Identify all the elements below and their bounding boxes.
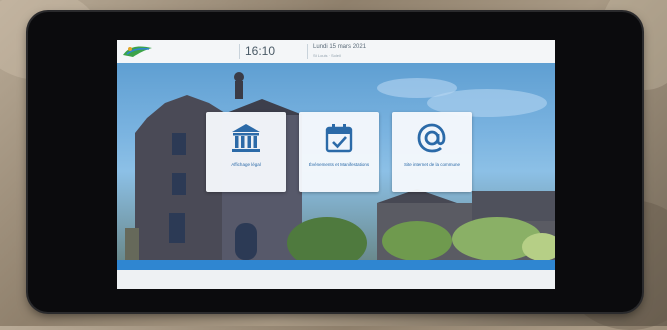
tile-events[interactable]: Événements et Manifestations [299,112,379,192]
tile-label: Affichage légal [231,162,261,167]
header-divider [307,44,308,59]
at-sign-icon [417,123,446,153]
calendar-check-icon [325,124,353,153]
institution-icon [232,124,260,152]
town-hall-background-photo: Affichage légal Événements et Manifestat… [117,63,555,269]
header-divider [239,44,240,59]
town-logo [123,46,152,57]
current-date: Lundi 15 mars 2021 [313,44,367,50]
clock-time: 16:10 [245,44,276,58]
bottom-accent-bar [117,260,555,270]
footer-bar [117,270,555,289]
weather-subtitle: St Louis · Soleil [313,53,341,58]
top-bar: 16:10 Lundi 15 mars 2021 St Louis · Sole… [117,40,555,64]
tile-website[interactable]: Site internet de la commune [392,112,472,192]
tile-legal-notices[interactable]: Affichage légal [206,112,286,192]
tile-label: Événements et Manifestations [308,162,370,167]
kiosk-screen: 16:10 Lundi 15 mars 2021 St Louis · Sole… [117,40,555,289]
tile-label: Site internet de la commune [403,162,461,167]
